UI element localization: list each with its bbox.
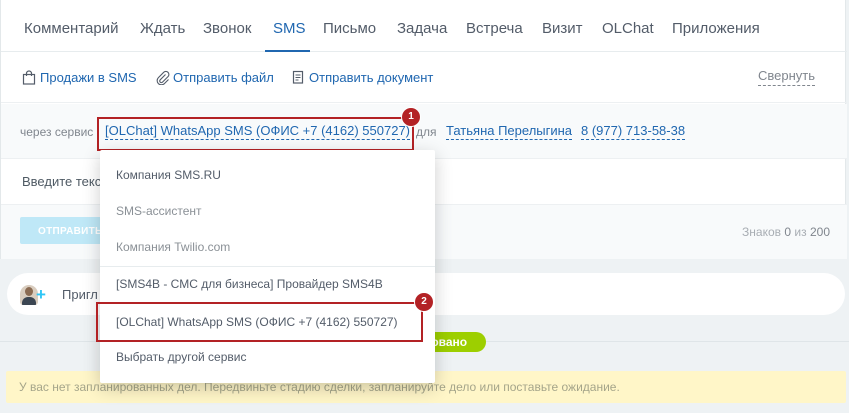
annotation-frame-2 (96, 302, 423, 342)
service-option-smsru[interactable]: Компания SMS.RU (116, 168, 221, 182)
counter-label: Знаков (742, 225, 782, 239)
recipient-link[interactable]: Татьяна Перелыгина (446, 123, 573, 140)
service-option-sms4b[interactable]: [SMS4B - СМС для бизнеса] Провайдер SMS4… (116, 277, 383, 291)
tab-task[interactable]: Задача (397, 20, 447, 38)
tab-visit[interactable]: Визит (542, 20, 583, 38)
tab-apps[interactable]: Приложения (672, 20, 760, 38)
invite-avatar: + (20, 285, 50, 305)
service-option-twilio[interactable]: Компания Twilio.com (116, 240, 230, 254)
activity-tabs: Комментарий Ждать Звонок SMS Письмо Зада… (1, 0, 847, 52)
message-placeholder: Введите текс (22, 174, 102, 189)
tab-wait[interactable]: Ждать (140, 20, 185, 38)
shopping-bag-icon (22, 70, 36, 85)
sms-toolbar: Продажи в SMS Отправить файл Отправить д… (1, 52, 847, 103)
for-label: для (416, 125, 437, 139)
tab-comment[interactable]: Комментарий (24, 20, 118, 38)
counter-value: 0 (784, 225, 792, 239)
send-document-label: Отправить документ (309, 70, 434, 85)
send-file-label: Отправить файл (173, 70, 274, 85)
counter-of: из (794, 225, 807, 239)
sales-sms-label: Продажи в SMS (40, 70, 137, 85)
tab-call[interactable]: Звонок (203, 20, 251, 38)
tab-meeting[interactable]: Встреча (466, 20, 523, 38)
service-dropdown: Компания SMS.RU SMS-ассистент Компания T… (100, 150, 435, 383)
phone-link[interactable]: 8 (977) 713-58-38 (581, 123, 686, 140)
tab-olchat[interactable]: OLChat (602, 20, 654, 38)
tab-sms[interactable]: SMS (273, 20, 306, 38)
annotation-badge-2: 2 (415, 293, 433, 311)
character-counter: Знаков 0 из 200 (742, 225, 830, 239)
paperclip-icon (156, 70, 170, 85)
annotation-frame-1 (97, 117, 414, 151)
collapse-link[interactable]: Свернуть (757, 68, 815, 86)
choose-other-service[interactable]: Выбрать другой сервис (116, 350, 246, 364)
document-icon (292, 70, 304, 84)
invite-text: Пригл (62, 287, 98, 302)
plus-icon: + (36, 285, 46, 304)
counter-max: 200 (809, 225, 830, 239)
service-option-sms-assistant[interactable]: SMS-ассистент (116, 204, 202, 218)
tab-email[interactable]: Письмо (323, 20, 376, 38)
annotation-badge-1: 1 (402, 108, 420, 126)
dropdown-separator (100, 266, 435, 267)
via-service-label: через сервис (20, 125, 94, 139)
